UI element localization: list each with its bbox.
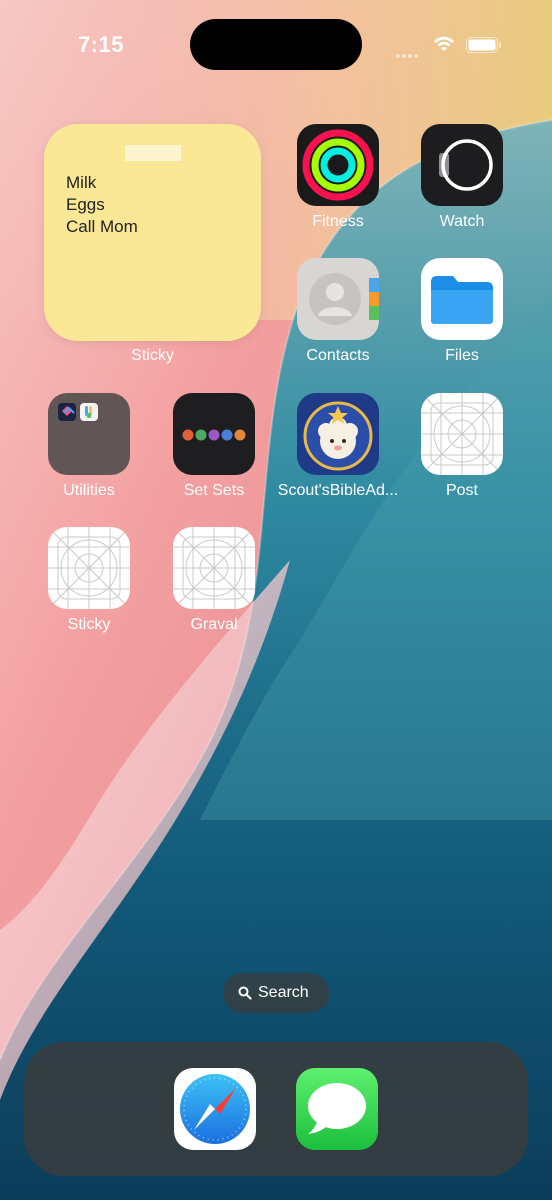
app-watch[interactable]: Watch bbox=[407, 124, 517, 238]
watch-icon bbox=[421, 124, 503, 206]
wifi-icon bbox=[434, 36, 454, 51]
note-line: Call Mom bbox=[66, 217, 138, 236]
tape-strip bbox=[125, 145, 181, 161]
dock bbox=[24, 1042, 528, 1176]
dock-app-messages[interactable] bbox=[296, 1068, 378, 1150]
fitness-rings-icon bbox=[297, 124, 379, 206]
app-post[interactable]: Post bbox=[407, 393, 517, 507]
app-label: Utilities bbox=[63, 482, 115, 499]
app-graval[interactable]: Graval bbox=[159, 527, 269, 641]
sticky-notes: Milk Eggs Call Mom bbox=[66, 172, 138, 238]
colored-dots-icon bbox=[173, 393, 255, 475]
speech-bubble-icon bbox=[296, 1068, 378, 1150]
app-label: Set Sets bbox=[183, 482, 245, 499]
status-bar: 7:15 bbox=[0, 0, 552, 90]
app-label: Post bbox=[445, 482, 478, 499]
note-line: Eggs bbox=[66, 195, 105, 214]
app-label: Watch bbox=[439, 213, 485, 230]
app-files[interactable]: Files bbox=[407, 258, 517, 372]
app-label: Graval bbox=[190, 616, 238, 633]
placeholder-grid-icon bbox=[173, 527, 255, 609]
placeholder-grid-icon bbox=[421, 393, 503, 475]
sticky-widget[interactable]: Milk Eggs Call Mom bbox=[44, 124, 261, 341]
app-contacts[interactable]: Contacts bbox=[283, 258, 393, 372]
folder-utilities[interactable]: Utilities bbox=[34, 393, 144, 507]
app-label: Scout'sBibleAd... bbox=[277, 482, 399, 499]
app-label: Fitness bbox=[312, 213, 364, 230]
folder-icon bbox=[421, 258, 503, 340]
utilities-folder-icon bbox=[48, 393, 130, 475]
lamb-icon bbox=[297, 393, 379, 475]
widget-label: Sticky bbox=[131, 347, 174, 364]
placeholder-grid-icon bbox=[48, 527, 130, 609]
app-fitness[interactable]: Fitness bbox=[283, 124, 393, 238]
battery-icon bbox=[466, 37, 501, 53]
app-scouts-bible[interactable]: Scout'sBibleAd... bbox=[278, 393, 398, 507]
contacts-icon bbox=[297, 258, 379, 340]
search-icon bbox=[238, 986, 252, 1000]
app-sticky[interactable]: Sticky bbox=[34, 527, 144, 641]
dynamic-island bbox=[190, 19, 362, 70]
app-label: Contacts bbox=[306, 347, 370, 364]
compass-icon bbox=[180, 1074, 250, 1144]
status-time: 7:15 bbox=[78, 32, 125, 57]
app-set-sets[interactable]: Set Sets bbox=[159, 393, 269, 507]
dock-app-safari[interactable] bbox=[174, 1068, 256, 1150]
search-button[interactable]: Search bbox=[223, 973, 329, 1013]
cellular-signal-icon bbox=[396, 45, 422, 58]
app-label: Sticky bbox=[67, 616, 111, 633]
search-label: Search bbox=[258, 984, 309, 1001]
note-line: Milk bbox=[66, 173, 97, 192]
app-label: Files bbox=[445, 347, 479, 364]
